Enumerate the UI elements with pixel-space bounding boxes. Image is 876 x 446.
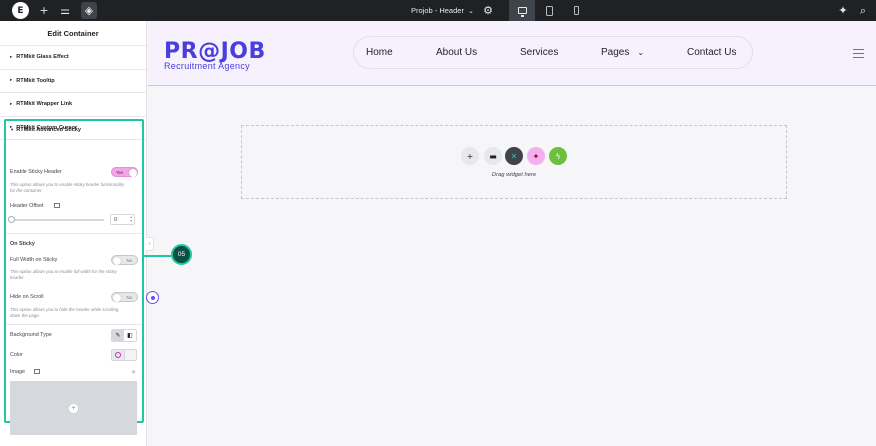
ai-sparkle-icon[interactable]: ✧ xyxy=(131,369,136,376)
elementor-logo-icon[interactable]: E xyxy=(12,2,29,19)
nav-home[interactable]: Home xyxy=(366,47,393,58)
color-swatch[interactable] xyxy=(123,350,136,360)
header-offset-input[interactable]: 0 ▴ ▾ xyxy=(110,214,135,225)
top-bar: E + ⚌ ◈ Projob - Header ⌄ ⚙ ✦ ⌕ xyxy=(0,0,876,21)
folder-icon[interactable]: ▬ xyxy=(484,147,502,165)
toggle-text: Yes xyxy=(116,170,124,175)
hamburger-menu-icon[interactable] xyxy=(853,49,864,61)
hide-scroll-toggle[interactable]: No xyxy=(111,292,138,302)
settings-sliders-icon[interactable]: ⚌ xyxy=(56,0,74,21)
gradient-icon[interactable]: ◧ xyxy=(124,330,136,341)
collapse-panel-icon[interactable]: ‹ xyxy=(146,237,154,251)
brush-icon[interactable]: ✎ xyxy=(112,330,124,341)
nav-contact[interactable]: Contact Us xyxy=(687,47,736,58)
caret-right-icon: ▸ xyxy=(10,101,13,107)
add-icon[interactable]: + xyxy=(35,0,53,21)
nav-services[interactable]: Services xyxy=(520,47,558,58)
background-type-label: Background Type xyxy=(10,332,52,338)
section-wrapper-link[interactable]: ▸ RTMkit Wrapper Link xyxy=(0,93,146,117)
document-title-text: Projob - Header xyxy=(411,6,464,15)
add-image-icon: + xyxy=(69,403,78,413)
hide-scroll-hint: This option allows you to hide the heade… xyxy=(10,307,119,318)
nav-pages[interactable]: Pages ⌄ xyxy=(601,47,644,58)
nav-about[interactable]: About Us xyxy=(436,47,477,58)
section-glass-effect[interactable]: ▸ RTMkit Glass Effect xyxy=(0,46,146,70)
mobile-icon[interactable] xyxy=(563,0,589,21)
full-width-label: Full Width on Sticky xyxy=(10,257,58,263)
header-offset-label: Header Offset xyxy=(10,203,44,209)
search-icon[interactable]: ⌕ xyxy=(854,0,872,21)
header-offset-slider-track[interactable] xyxy=(12,219,104,221)
chevron-down-icon: ⌄ xyxy=(637,48,645,57)
responsive-desktop-icon[interactable] xyxy=(34,369,40,374)
desktop-icon[interactable] xyxy=(509,0,535,21)
site-header-preview[interactable]: PR@JOB Recruitment Agency Home About Us … xyxy=(148,21,876,86)
divider xyxy=(6,233,142,234)
image-label: Image xyxy=(10,369,25,375)
section-label: RTMkit Wrapper Link xyxy=(16,101,73,108)
site-nav: Home About Us Services Pages ⌄ Contact Us xyxy=(353,36,753,69)
panel-title: Edit Container xyxy=(0,21,146,46)
section-label: RTMkit Advanced Sticky xyxy=(16,127,82,133)
header-offset-value: 0 xyxy=(114,216,118,223)
responsive-desktop-icon[interactable] xyxy=(54,203,60,208)
section-label: RTMkit Glass Effect xyxy=(16,54,69,61)
global-color-icon[interactable] xyxy=(112,350,124,360)
toggle-knob xyxy=(112,293,121,302)
site-tagline: Recruitment Agency xyxy=(164,61,250,71)
add-element-icon[interactable]: + xyxy=(461,147,479,165)
rtmkit-logo-icon[interactable]: ✕ xyxy=(505,147,523,165)
full-width-hint: This option allows you to enable full wi… xyxy=(10,269,117,280)
document-title[interactable]: Projob - Header ⌄ xyxy=(411,0,474,21)
rocket-icon[interactable]: ✦ xyxy=(834,0,852,21)
chevron-down-icon: ⌄ xyxy=(467,6,474,15)
header-offset-slider-handle[interactable] xyxy=(8,216,15,223)
divider xyxy=(6,324,142,325)
toggle-text: No xyxy=(126,258,133,263)
toggle-knob xyxy=(112,256,121,265)
toggle-knob xyxy=(128,168,137,177)
enable-sticky-toggle[interactable]: Yes xyxy=(111,167,138,177)
dropzone-hint: Drag widget here xyxy=(491,172,537,178)
color-picker[interactable] xyxy=(111,349,137,361)
callout-connector xyxy=(144,255,174,257)
enable-sticky-label: Enable Sticky Header xyxy=(10,169,62,175)
hide-scroll-label: Hide on Scroll xyxy=(10,294,44,300)
tablet-icon[interactable] xyxy=(536,0,562,21)
layers-icon[interactable]: ◈ xyxy=(81,2,97,19)
image-upload-placeholder[interactable]: + xyxy=(10,381,137,435)
section-tooltip[interactable]: ▸ RTMkit Tooltip xyxy=(0,70,146,93)
spinner-icon[interactable]: ▴ ▾ xyxy=(130,215,132,223)
nav-pages-label: Pages xyxy=(601,47,630,58)
caret-right-icon: ▸ xyxy=(10,78,13,84)
full-width-toggle[interactable]: No xyxy=(111,255,138,265)
caret-right-icon: ▸ xyxy=(10,54,13,60)
color-label: Color xyxy=(10,352,23,358)
lightning-icon[interactable]: ϟ xyxy=(549,147,567,165)
navigator-handle-icon[interactable] xyxy=(146,291,159,304)
background-type-choose[interactable]: ✎ ◧ xyxy=(111,329,137,342)
section-label: RTMkit Tooltip xyxy=(16,77,55,84)
caret-down-icon: ▾ xyxy=(11,127,14,133)
gear-icon[interactable]: ⚙ xyxy=(479,0,497,21)
enable-sticky-hint: This option allows you to enable sticky … xyxy=(10,182,124,193)
toggle-text: No xyxy=(126,295,133,300)
ai-sparkle-icon[interactable]: ✦ xyxy=(527,147,545,165)
callout-number-badge: 05 xyxy=(171,244,192,265)
section-advanced-sticky[interactable]: ▾ RTMkit Advanced Sticky xyxy=(11,127,81,133)
empty-container-dropzone[interactable]: + ▬ ✕ ✦ ϟ Drag widget here xyxy=(241,125,787,199)
on-sticky-heading: On Sticky xyxy=(10,241,35,247)
